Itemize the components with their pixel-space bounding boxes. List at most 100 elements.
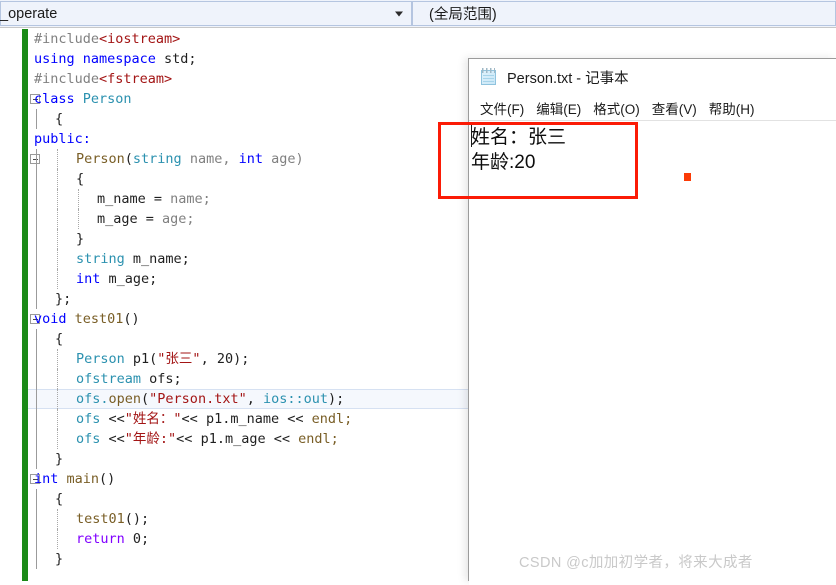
code-token: "Person.txt" <box>149 391 247 407</box>
code-token: endl; <box>311 411 353 427</box>
code-token: = <box>145 211 163 227</box>
code-line-text: #include<iostream> <box>0 29 180 49</box>
code-token: m_age; <box>100 271 158 287</box>
code-token: m_age <box>97 211 146 227</box>
code-token: endl; <box>298 431 339 447</box>
code-token: } <box>55 551 64 567</box>
code-line-text: { <box>0 489 63 509</box>
notepad-icon <box>480 68 498 86</box>
code-token: { <box>55 331 64 347</box>
code-token: age) <box>263 151 304 167</box>
code-line-text: #include<fstream> <box>0 69 172 89</box>
code-line-text: ofs <<"年龄:"<< p1.m_age << endl; <box>0 429 339 449</box>
code-token: () <box>99 471 116 487</box>
code-token: <iostream> <box>99 31 181 47</box>
code-line-text: public: <box>0 129 91 149</box>
code-token: test01 <box>74 311 124 327</box>
code-token: int <box>76 271 101 287</box>
notepad-menu-item-3[interactable]: 查看(V) <box>646 96 703 120</box>
code-token: ofs; <box>141 371 182 387</box>
code-line-text: Person(string name, int age) <box>0 149 304 169</box>
code-token: ( <box>141 391 150 407</box>
code-token: 20 <box>216 351 234 367</box>
code-token: , <box>246 391 263 407</box>
notepad-text-area[interactable]: 姓名：张三年龄:20 <box>469 121 836 585</box>
code-token: name; <box>170 191 211 207</box>
code-token: ); <box>328 391 345 407</box>
code-token: "张三" <box>157 351 201 367</box>
code-line-text: Person p1("张三", 20); <box>0 349 249 369</box>
code-token: class <box>34 91 83 107</box>
code-token: return <box>76 531 133 547</box>
annotation-dot-marker <box>684 173 691 181</box>
code-token: (); <box>124 511 150 527</box>
code-token: m_name <box>97 191 154 207</box>
code-line-text: void test01() <box>0 309 140 329</box>
code-token: } <box>76 231 85 247</box>
code-line-text: m_age = age; <box>0 209 195 229</box>
member-combo-box[interactable]: (全局范围) <box>412 1 836 26</box>
code-token: = <box>153 191 171 207</box>
notepad-menu-item-0[interactable]: 文件(F) <box>474 96 530 120</box>
code-token: #include <box>34 71 100 87</box>
notepad-menu-item-1[interactable]: 编辑(E) <box>530 96 587 120</box>
code-token: <fstream> <box>99 71 173 87</box>
code-line-text: using namespace std; <box>0 49 197 69</box>
code-token: ofs <box>76 411 109 427</box>
code-token: string <box>76 251 125 267</box>
notepad-menu-item-4[interactable]: 帮助(H) <box>703 96 761 120</box>
notepad-content-line-0: 姓名：张三 <box>471 127 567 148</box>
code-token: p1.m_age <box>200 431 274 447</box>
code-line-text: test01(); <box>0 509 149 529</box>
code-token: << <box>181 411 206 427</box>
chevron-down-icon[interactable] <box>395 11 403 16</box>
code-line-text: ofstream ofs; <box>0 369 182 389</box>
code-token: std; <box>164 51 197 67</box>
scope-combo-value: t_operate <box>0 5 58 22</box>
code-token: ofs <box>76 431 109 447</box>
code-line-text: ofs <<"姓名："<< p1.m_name << endl; <box>0 409 352 429</box>
code-line[interactable]: #include<iostream> <box>0 29 836 49</box>
code-token: ( <box>124 151 133 167</box>
notepad-menu-item-2[interactable]: 格式(O) <box>587 96 646 120</box>
member-combo-value: (全局范围) <box>429 7 497 23</box>
code-token: age; <box>162 211 195 227</box>
code-token: () <box>123 311 140 327</box>
notepad-titlebar[interactable]: Person.txt - 记事本 <box>469 59 836 95</box>
code-token: int <box>34 471 67 487</box>
code-token: "年龄:" <box>124 431 177 447</box>
ide-navigation-bar: t_operate (全局范围) <box>0 0 836 28</box>
code-line-text: { <box>0 109 63 129</box>
scope-combo-box[interactable]: t_operate <box>0 1 412 26</box>
code-token: Person <box>82 91 132 107</box>
code-token: void <box>34 311 75 327</box>
code-token: << <box>287 411 312 427</box>
code-token: ofstream <box>76 371 142 387</box>
code-token: #include <box>34 31 100 47</box>
notepad-title: Person.txt - 记事本 <box>507 70 629 87</box>
code-line-text: m_name = name; <box>0 189 211 209</box>
notepad-menubar[interactable]: 文件(F) 编辑(E) 格式(O) 查看(V) 帮助(H) <box>469 95 836 121</box>
code-token: 0; <box>132 531 150 547</box>
notepad-content-line-1: 年龄:20 <box>471 152 536 173</box>
code-token: Person <box>76 351 125 367</box>
code-token: ofs. <box>76 391 109 407</box>
code-token: int <box>238 151 263 167</box>
code-line-text: { <box>0 329 63 349</box>
code-line-text: class Person <box>0 89 132 109</box>
code-token: main <box>66 471 100 487</box>
code-line-text: } <box>0 229 84 249</box>
code-token: test01 <box>76 511 125 527</box>
code-line-text: int m_age; <box>0 269 157 289</box>
code-token: << <box>108 411 125 427</box>
code-line-text: } <box>0 449 63 469</box>
code-token: { <box>55 111 64 127</box>
code-line-text: ofs.open("Person.txt", ios::out); <box>0 389 344 409</box>
code-token: "姓名：" <box>124 411 182 427</box>
code-token: using namespace <box>34 51 165 67</box>
code-token: { <box>55 491 64 507</box>
notepad-window[interactable]: Person.txt - 记事本 文件(F) 编辑(E) 格式(O) 查看(V) 帮助(… <box>468 58 836 585</box>
code-token: << <box>108 431 125 447</box>
code-token: name, <box>181 151 239 167</box>
code-token: Person <box>76 151 125 167</box>
